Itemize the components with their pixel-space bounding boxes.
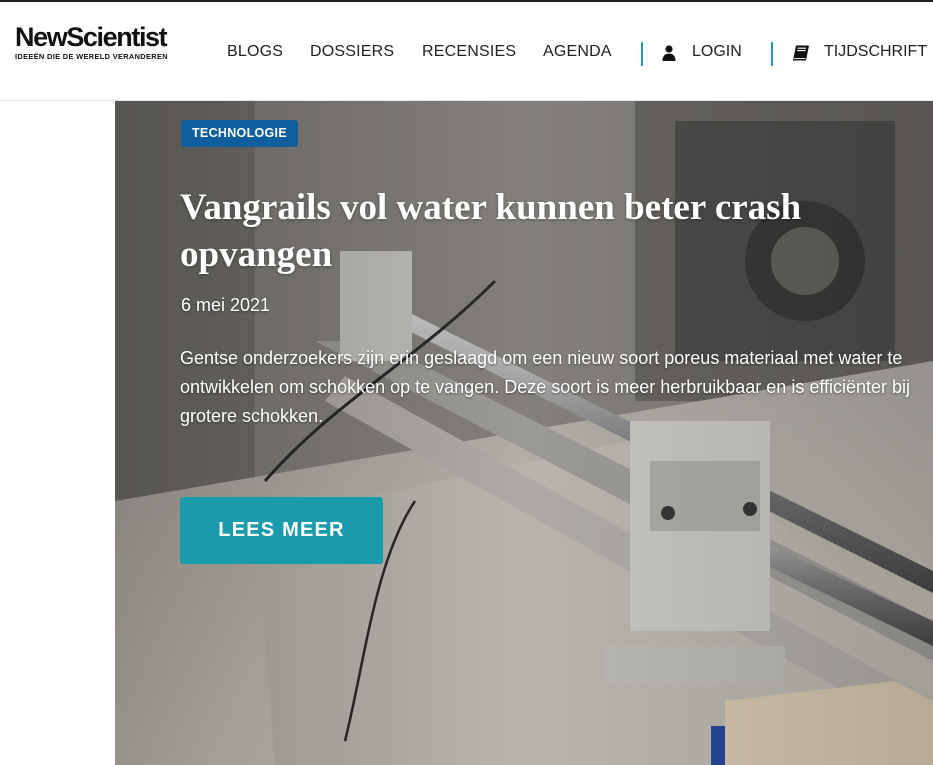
category-badge[interactable]: TECHNOLOGIE (181, 120, 298, 147)
magazine-label: TIJDSCHRIFT (824, 43, 928, 60)
site-logo[interactable]: NewScientist IDEEËN DIE DE WERELD VERAND… (15, 22, 168, 62)
nav-divider (641, 42, 643, 66)
user-icon (662, 45, 676, 61)
logo-name: NewScientist (15, 22, 168, 52)
book-icon (793, 45, 809, 61)
nav-item-agenda[interactable]: AGENDA (543, 43, 612, 61)
logo-tagline: IDEEËN DIE DE WERELD VERANDEREN (15, 52, 168, 61)
login-label: LOGIN (692, 43, 742, 60)
nav-item-recensies[interactable]: RECENSIES (422, 43, 516, 61)
read-more-button[interactable]: LEES MEER (180, 497, 383, 564)
article-title[interactable]: Vangrails vol water kunnen beter crash o… (180, 184, 900, 278)
nav-item-dossiers[interactable]: DOSSIERS (310, 43, 394, 61)
nav-divider (771, 42, 773, 66)
article-summary: Gentse onderzoekers zijn erin geslaagd o… (180, 348, 911, 426)
site-header: NewScientist IDEEËN DIE DE WERELD VERAND… (0, 2, 933, 101)
article-date: 6 mei 2021 (181, 295, 271, 315)
nav-item-blogs[interactable]: BLOGS (227, 43, 283, 61)
